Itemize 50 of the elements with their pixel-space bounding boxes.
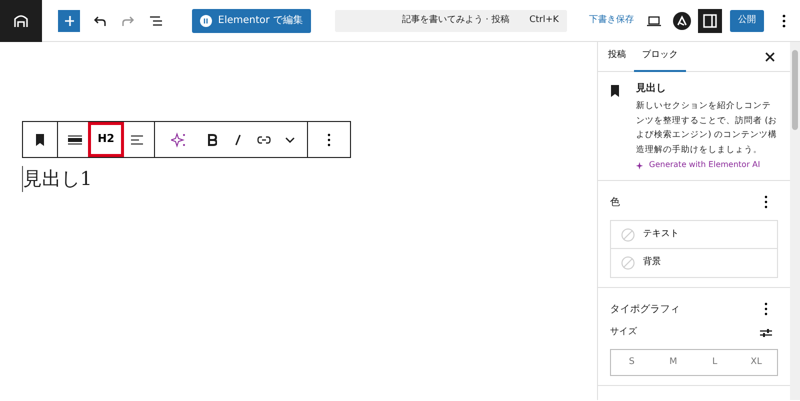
- bold-icon: [207, 134, 217, 146]
- sidebar-icon: [703, 14, 717, 28]
- link-icon: [257, 134, 271, 144]
- size-option[interactable]: L: [694, 350, 736, 375]
- site-logo[interactable]: [0, 0, 42, 42]
- color-setting[interactable]: テキスト: [611, 221, 777, 249]
- list-icon: [149, 14, 163, 26]
- more-icon: [764, 195, 768, 209]
- size-option[interactable]: M: [652, 350, 694, 375]
- undo-icon: [93, 14, 107, 26]
- close-icon: [765, 52, 775, 62]
- elementor-icon: [200, 14, 212, 26]
- sidebar-tab[interactable]: 投稿: [600, 42, 634, 72]
- more-icon: [327, 132, 331, 146]
- size-label: サイズ: [610, 326, 637, 340]
- empty-swatch-icon: [621, 256, 635, 270]
- sparkle-icon: [171, 132, 187, 148]
- laptop-icon: [647, 14, 661, 26]
- sparkle-icon: [636, 160, 645, 170]
- size-option[interactable]: XL: [736, 350, 777, 375]
- section-title: 色: [610, 196, 620, 210]
- heading-level-button[interactable]: H2: [88, 122, 124, 157]
- chevron-down-icon: [285, 136, 295, 142]
- publish-button[interactable]: 公開: [730, 10, 764, 32]
- generate-ai-link[interactable]: Generate with Elementor AI: [636, 159, 760, 171]
- section-title: タイポグラフィ: [610, 302, 680, 316]
- sliders-icon: [760, 328, 772, 338]
- block-name: 見出し: [636, 82, 667, 96]
- more-icon: [764, 302, 768, 316]
- sidebar-tab[interactable]: ブロック: [634, 42, 686, 72]
- settings-button[interactable]: [698, 8, 722, 32]
- empty-swatch-icon: [621, 228, 635, 242]
- block-description: 新しいセクションを紹介しコンテンツを整理することで、訪問者 (および検索エンジン) のコンテンツ構造理解の手助けをしましょう。: [636, 100, 778, 156]
- plus-icon: [64, 14, 74, 26]
- plugin-icon: [673, 12, 691, 30]
- size-option[interactable]: S: [611, 350, 652, 375]
- text-align-icon: [131, 134, 143, 146]
- color-setting[interactable]: 背景: [611, 249, 777, 277]
- bookmark-icon: [610, 85, 620, 97]
- redo-icon: [121, 14, 135, 26]
- add-block-button[interactable]: [58, 10, 80, 32]
- bookmark-icon: [35, 134, 45, 146]
- save-draft-button[interactable]: 下書き保存: [589, 14, 634, 28]
- command-palette-button[interactable]: 記事を書いてみよう · 投稿 Ctrl+K: [334, 10, 567, 32]
- more-icon: [782, 14, 786, 28]
- scrollbar[interactable]: [790, 42, 800, 400]
- heading-text[interactable]: 見出し1: [22, 166, 92, 192]
- align-icon: [68, 134, 82, 144]
- italic-icon: [235, 134, 241, 146]
- elementor-edit-button[interactable]: Elementor で編集: [192, 8, 311, 32]
